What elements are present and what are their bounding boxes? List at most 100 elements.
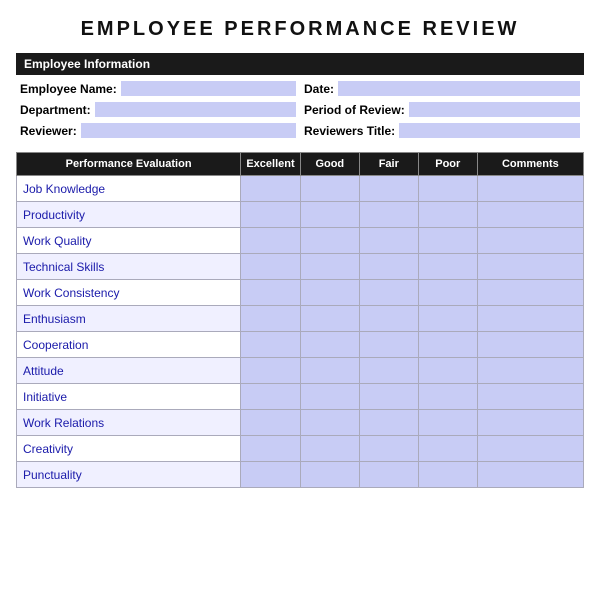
table-row: Work Quality bbox=[17, 228, 584, 254]
eval-cell-good[interactable] bbox=[300, 306, 359, 332]
eval-row-label: Job Knowledge bbox=[17, 176, 241, 202]
eval-cell-comments[interactable] bbox=[477, 410, 583, 436]
eval-row-label: Cooperation bbox=[17, 332, 241, 358]
eval-cell-good[interactable] bbox=[300, 254, 359, 280]
period-of-review-label: Period of Review: bbox=[304, 103, 405, 117]
eval-cell-fair[interactable] bbox=[359, 384, 418, 410]
eval-cell-fair[interactable] bbox=[359, 306, 418, 332]
employee-info-section: Employee Information Employee Name: Date… bbox=[16, 53, 584, 144]
date-label: Date: bbox=[304, 82, 334, 96]
eval-cell-poor[interactable] bbox=[418, 254, 477, 280]
eval-row-label: Enthusiasm bbox=[17, 306, 241, 332]
eval-cell-poor[interactable] bbox=[418, 332, 477, 358]
eval-cell-good[interactable] bbox=[300, 462, 359, 488]
eval-cell-fair[interactable] bbox=[359, 280, 418, 306]
eval-cell-good[interactable] bbox=[300, 358, 359, 384]
eval-cell-comments[interactable] bbox=[477, 202, 583, 228]
eval-cell-good[interactable] bbox=[300, 228, 359, 254]
period-of-review-input[interactable] bbox=[409, 102, 580, 117]
eval-cell-poor[interactable] bbox=[418, 280, 477, 306]
eval-cell-excellent[interactable] bbox=[241, 280, 301, 306]
department-label: Department: bbox=[20, 103, 91, 117]
table-row: Cooperation bbox=[17, 332, 584, 358]
reviewers-title-label: Reviewers Title: bbox=[304, 124, 395, 138]
eval-cell-poor[interactable] bbox=[418, 384, 477, 410]
table-row: Attitude bbox=[17, 358, 584, 384]
table-row: Initiative bbox=[17, 384, 584, 410]
eval-cell-fair[interactable] bbox=[359, 332, 418, 358]
employee-name-input[interactable] bbox=[121, 81, 296, 96]
reviewers-title-field: Reviewers Title: bbox=[304, 121, 580, 140]
eval-cell-excellent[interactable] bbox=[241, 306, 301, 332]
eval-cell-good[interactable] bbox=[300, 202, 359, 228]
eval-cell-excellent[interactable] bbox=[241, 332, 301, 358]
eval-cell-poor[interactable] bbox=[418, 410, 477, 436]
eval-cell-poor[interactable] bbox=[418, 176, 477, 202]
department-field: Department: bbox=[20, 100, 296, 119]
eval-cell-poor[interactable] bbox=[418, 358, 477, 384]
eval-cell-fair[interactable] bbox=[359, 436, 418, 462]
eval-cell-good[interactable] bbox=[300, 436, 359, 462]
table-row: Punctuality bbox=[17, 462, 584, 488]
table-row: Creativity bbox=[17, 436, 584, 462]
reviewer-label: Reviewer: bbox=[20, 124, 77, 138]
eval-row-label: Technical Skills bbox=[17, 254, 241, 280]
eval-cell-comments[interactable] bbox=[477, 280, 583, 306]
eval-row-label: Work Relations bbox=[17, 410, 241, 436]
eval-cell-excellent[interactable] bbox=[241, 176, 301, 202]
eval-row-label: Punctuality bbox=[17, 462, 241, 488]
reviewers-title-input[interactable] bbox=[399, 123, 580, 138]
employee-name-field: Employee Name: bbox=[20, 79, 296, 98]
eval-cell-comments[interactable] bbox=[477, 436, 583, 462]
eval-cell-comments[interactable] bbox=[477, 462, 583, 488]
eval-cell-fair[interactable] bbox=[359, 228, 418, 254]
col-header-comments: Comments bbox=[477, 153, 583, 176]
eval-cell-poor[interactable] bbox=[418, 202, 477, 228]
eval-cell-good[interactable] bbox=[300, 384, 359, 410]
eval-cell-fair[interactable] bbox=[359, 254, 418, 280]
eval-cell-comments[interactable] bbox=[477, 332, 583, 358]
eval-cell-poor[interactable] bbox=[418, 436, 477, 462]
col-header-evaluation: Performance Evaluation bbox=[17, 153, 241, 176]
eval-cell-fair[interactable] bbox=[359, 358, 418, 384]
department-input[interactable] bbox=[95, 102, 296, 117]
eval-cell-good[interactable] bbox=[300, 410, 359, 436]
eval-cell-fair[interactable] bbox=[359, 202, 418, 228]
eval-cell-excellent[interactable] bbox=[241, 228, 301, 254]
eval-row-label: Work Consistency bbox=[17, 280, 241, 306]
eval-cell-excellent[interactable] bbox=[241, 202, 301, 228]
eval-cell-excellent[interactable] bbox=[241, 358, 301, 384]
eval-cell-excellent[interactable] bbox=[241, 254, 301, 280]
eval-row-label: Initiative bbox=[17, 384, 241, 410]
col-header-good: Good bbox=[300, 153, 359, 176]
eval-cell-good[interactable] bbox=[300, 280, 359, 306]
eval-cell-comments[interactable] bbox=[477, 384, 583, 410]
eval-cell-fair[interactable] bbox=[359, 176, 418, 202]
eval-cell-excellent[interactable] bbox=[241, 384, 301, 410]
period-of-review-field: Period of Review: bbox=[304, 100, 580, 119]
eval-cell-poor[interactable] bbox=[418, 228, 477, 254]
employee-info-header: Employee Information bbox=[16, 53, 584, 75]
col-header-excellent: Excellent bbox=[241, 153, 301, 176]
eval-cell-excellent[interactable] bbox=[241, 410, 301, 436]
date-input[interactable] bbox=[338, 81, 580, 96]
eval-cell-comments[interactable] bbox=[477, 254, 583, 280]
eval-cell-comments[interactable] bbox=[477, 176, 583, 202]
col-header-poor: Poor bbox=[418, 153, 477, 176]
eval-cell-excellent[interactable] bbox=[241, 436, 301, 462]
eval-cell-excellent[interactable] bbox=[241, 462, 301, 488]
eval-cell-comments[interactable] bbox=[477, 228, 583, 254]
reviewer-input[interactable] bbox=[81, 123, 296, 138]
eval-cell-good[interactable] bbox=[300, 332, 359, 358]
page-title: EMPLOYEE PERFORMANCE REVIEW bbox=[16, 18, 584, 41]
table-row: Technical Skills bbox=[17, 254, 584, 280]
date-field: Date: bbox=[304, 79, 580, 98]
eval-cell-good[interactable] bbox=[300, 176, 359, 202]
eval-cell-comments[interactable] bbox=[477, 306, 583, 332]
eval-cell-poor[interactable] bbox=[418, 462, 477, 488]
eval-cell-poor[interactable] bbox=[418, 306, 477, 332]
eval-cell-comments[interactable] bbox=[477, 358, 583, 384]
eval-cell-fair[interactable] bbox=[359, 410, 418, 436]
eval-table: Performance Evaluation Excellent Good Fa… bbox=[16, 152, 584, 488]
eval-cell-fair[interactable] bbox=[359, 462, 418, 488]
